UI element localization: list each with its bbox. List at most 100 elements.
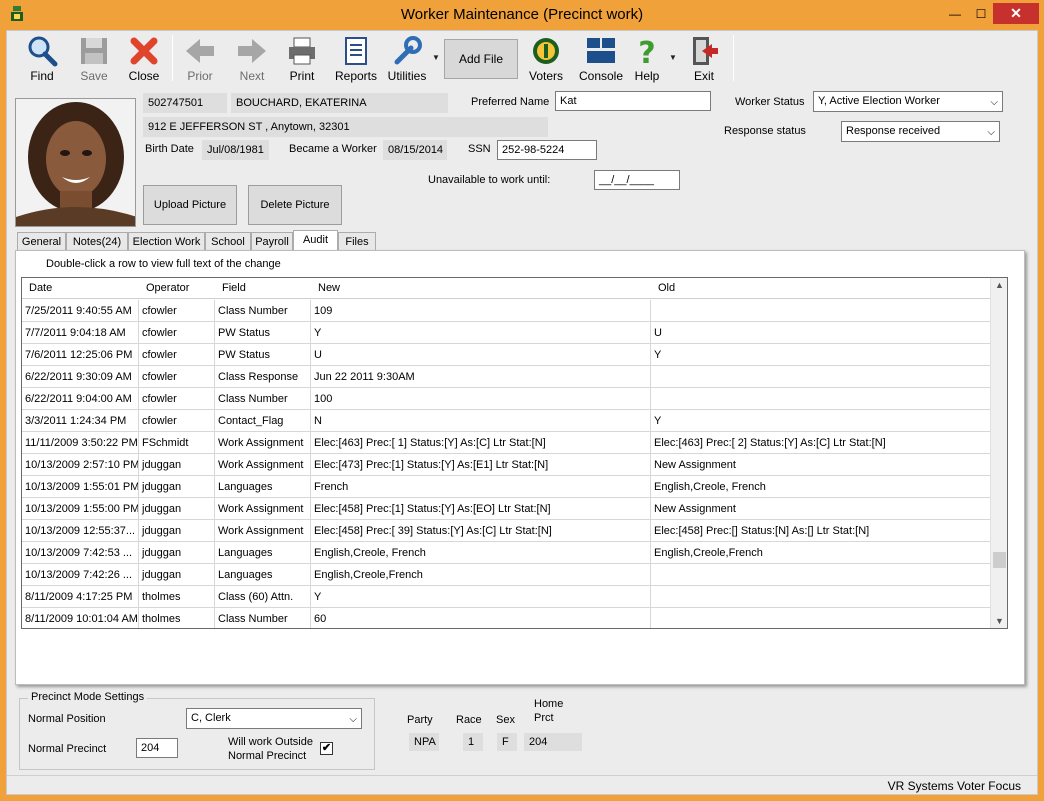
exit-button[interactable]: Exit — [683, 33, 725, 83]
table-row[interactable]: 6/22/2011 9:04:00 AM cfowler Class Number 1… — [22, 388, 992, 410]
table-row[interactable]: 7/6/2011 12:25:06 PM cfowler PW Status U Y — [22, 344, 992, 366]
unavailable-date-input[interactable]: __/__/____ — [594, 170, 680, 190]
scroll-up-icon[interactable]: ▲ — [991, 280, 1007, 290]
table-row[interactable]: 10/13/2009 1:55:01 PM jduggan Languages Fr… — [22, 476, 992, 498]
column-header-field[interactable]: Field — [222, 282, 246, 294]
home-precinct-label-line1: Home — [534, 698, 564, 710]
table-cell: Class Number — [215, 300, 311, 322]
grid-header: Date Operator Field New Old — [22, 278, 992, 299]
minimize-button[interactable]: — — [942, 5, 968, 23]
home-precinct-label-line2: Prct — [534, 712, 554, 724]
table-row[interactable]: 10/13/2009 7:42:26 ... jduggan Languages En… — [22, 564, 992, 586]
delete-picture-button[interactable]: Delete Picture — [248, 185, 342, 225]
column-header-date[interactable]: Date — [29, 282, 52, 294]
next-label: Next — [239, 69, 265, 83]
reports-button[interactable]: Reports — [333, 33, 379, 83]
chevron-down-icon: ⌵ — [349, 714, 357, 725]
preferred-name-input[interactable]: Kat — [555, 91, 711, 111]
tab-school[interactable]: School — [205, 232, 251, 251]
worker-status-select[interactable]: Y, Active Election Worker ⌵ — [813, 91, 1003, 112]
prior-label: Prior — [187, 69, 213, 83]
table-row[interactable]: 10/13/2009 2:57:10 PM jduggan Work Assignm… — [22, 454, 992, 476]
table-cell: Languages — [215, 476, 311, 498]
prior-button[interactable]: Prior — [179, 33, 221, 83]
ssn-label: SSN — [468, 143, 491, 155]
scroll-down-icon[interactable]: ▼ — [991, 616, 1007, 626]
column-header-old[interactable]: Old — [658, 282, 675, 294]
table-cell: 10/13/2009 7:42:53 ... — [22, 542, 139, 564]
table-cell: Class Number — [215, 388, 311, 410]
work-outside-checkbox[interactable]: ✔ — [320, 742, 333, 755]
tab-election-work[interactable]: Election Work — [128, 232, 205, 251]
utilities-label: Utilities — [387, 69, 427, 83]
save-label: Save — [80, 69, 108, 83]
table-row[interactable]: 6/22/2011 9:30:09 AM cfowler Class Respons… — [22, 366, 992, 388]
table-cell: English,Creole,French — [311, 564, 651, 586]
maximize-button[interactable]: ☐ — [968, 5, 994, 23]
table-cell: cfowler — [139, 344, 215, 366]
sex-label: Sex — [496, 714, 515, 726]
table-cell: Work Assignment — [215, 432, 311, 454]
table-cell: tholmes — [139, 608, 215, 628]
utilities-dropdown-icon[interactable]: ▼ — [432, 53, 440, 62]
ssn-field[interactable]: 252-98-5224 — [497, 140, 597, 160]
table-row[interactable]: 10/13/2009 7:42:53 ... jduggan Languages En… — [22, 542, 992, 564]
title-bar[interactable]: Worker Maintenance (Precinct work) — ☐ ✕ — [0, 0, 1044, 30]
work-outside-label-line1: Will work Outside — [228, 736, 313, 748]
reports-label: Reports — [334, 69, 378, 83]
table-row[interactable]: 11/11/2009 3:50:22 PM FSchmidt Work Assign… — [22, 432, 992, 454]
console-button[interactable]: Console — [577, 33, 625, 83]
help-label: Help — [634, 69, 660, 83]
print-label: Print — [289, 69, 315, 83]
add-file-button[interactable]: Add File — [444, 39, 518, 79]
party-label: Party — [407, 714, 433, 726]
table-cell: English,Creole,French — [651, 542, 992, 564]
save-button[interactable]: Save — [73, 33, 115, 83]
table-row[interactable]: 10/13/2009 12:55:37... jduggan Work Assign… — [22, 520, 992, 542]
table-cell: PW Status — [215, 322, 311, 344]
normal-precinct-input[interactable]: 204 — [136, 738, 178, 758]
vertical-scrollbar[interactable]: ▲ ▼ — [990, 278, 1007, 628]
table-cell: 10/13/2009 7:42:26 ... — [22, 564, 139, 586]
table-row[interactable]: 8/11/2009 4:17:25 PM tholmes Class (60) At… — [22, 586, 992, 608]
became-worker-label: Became a Worker — [289, 143, 377, 155]
table-row[interactable]: 10/13/2009 1:55:00 PM jduggan Work Assignm… — [22, 498, 992, 520]
close-window-button[interactable]: ✕ — [993, 3, 1039, 24]
voters-label: Voters — [528, 69, 564, 83]
red-x-icon — [130, 37, 158, 65]
scroll-thumb[interactable] — [993, 552, 1006, 568]
find-button[interactable]: Find — [21, 33, 63, 83]
table-cell: FSchmidt — [139, 432, 215, 454]
help-button[interactable]: ? Help — [629, 33, 665, 83]
column-header-operator[interactable]: Operator — [146, 282, 189, 294]
audit-grid[interactable]: Date Operator Field New Old 7/25/2011 9:… — [21, 277, 1008, 629]
table-row[interactable]: 8/11/2009 10:01:04 AM tholmes Class Number… — [22, 608, 992, 628]
normal-position-select[interactable]: C, Clerk ⌵ — [186, 708, 362, 729]
upload-picture-button[interactable]: Upload Picture — [143, 185, 237, 225]
table-row[interactable]: 7/25/2011 9:40:55 AM cfowler Class Number 1… — [22, 300, 992, 322]
close-button[interactable]: Close — [123, 33, 165, 83]
help-dropdown-icon[interactable]: ▼ — [669, 53, 677, 62]
table-row[interactable]: 7/7/2011 9:04:18 AM cfowler PW Status Y U — [22, 322, 992, 344]
voters-button[interactable]: Voters — [525, 33, 567, 83]
tab-payroll[interactable]: Payroll — [251, 232, 293, 251]
console-icon — [587, 38, 615, 63]
print-button[interactable]: Print — [281, 33, 323, 83]
table-cell: New Assignment — [651, 454, 992, 476]
table-cell: tholmes — [139, 586, 215, 608]
tab-audit[interactable]: Audit — [293, 230, 338, 251]
column-header-new[interactable]: New — [318, 282, 340, 294]
table-cell: jduggan — [139, 454, 215, 476]
next-button[interactable]: Next — [231, 33, 273, 83]
status-bar: VR Systems Voter Focus — [7, 775, 1037, 795]
tab-notes[interactable]: Notes(24) — [66, 232, 128, 251]
utilities-button[interactable]: Utilities — [383, 33, 431, 83]
response-status-select[interactable]: Response received ⌵ — [841, 121, 1000, 142]
table-row[interactable]: 3/3/2011 1:24:34 PM cfowler Contact_Flag N Y — [22, 410, 992, 432]
tab-files[interactable]: Files — [338, 232, 376, 251]
table-cell: jduggan — [139, 498, 215, 520]
worker-status-label: Worker Status — [735, 96, 805, 108]
table-cell: 8/11/2009 4:17:25 PM — [22, 586, 139, 608]
worker-photo — [15, 98, 136, 227]
tab-general[interactable]: General — [17, 232, 66, 251]
